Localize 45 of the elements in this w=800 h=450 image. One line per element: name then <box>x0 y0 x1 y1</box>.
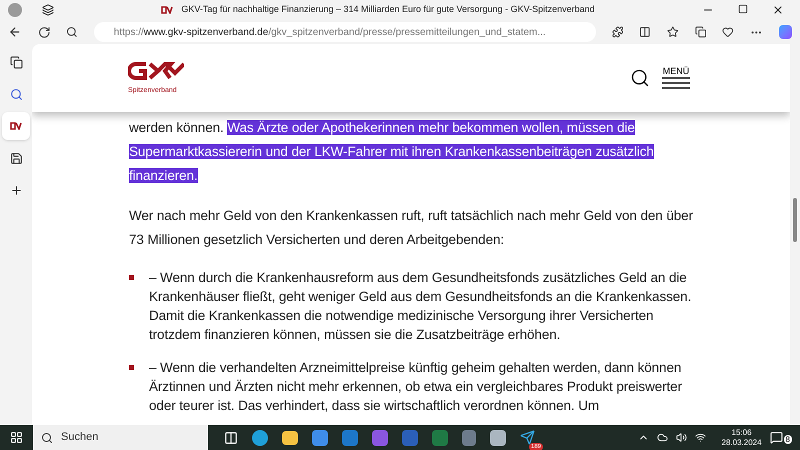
window-title: GKV-Tag für nachhaltige Finanzierung – 314 Milliarden Euro für gute Versorgung - GKV-Spitzenverband <box>181 3 595 16</box>
back-icon[interactable] <box>8 25 22 39</box>
copilot-icon[interactable] <box>778 25 792 39</box>
close-icon[interactable] <box>772 4 784 16</box>
search-icon <box>41 432 53 444</box>
notifications-icon[interactable] <box>770 431 783 444</box>
collections-icon[interactable] <box>694 26 706 38</box>
bullet-marker <box>129 275 134 280</box>
site-tab[interactable] <box>2 112 30 140</box>
menu-button[interactable]: MENÜ <box>662 66 690 90</box>
article-paragraph: Wer nach mehr Geld von den Krankenkassen ruft, ruft tatsächlich nach mehr Geld von den über 73 Millionen gesetzlich Versicherten und deren Arbeitgebenden: <box>129 207 694 249</box>
extensions-icon[interactable] <box>612 26 624 38</box>
search-icon[interactable] <box>66 26 78 38</box>
bullet-marker <box>129 365 134 370</box>
notification-count: 8 <box>784 435 792 444</box>
start-icon[interactable] <box>10 431 23 444</box>
plus-icon <box>10 184 22 196</box>
health-icon[interactable] <box>722 26 734 38</box>
cloud-icon[interactable] <box>656 432 668 443</box>
search-icon[interactable] <box>630 68 650 88</box>
clock[interactable]: 15:06 28.03.2024 <box>722 428 762 448</box>
task-view-icon[interactable] <box>224 430 238 444</box>
volume-icon[interactable] <box>676 432 686 443</box>
logo-icon <box>161 6 174 14</box>
messenger-icon[interactable] <box>520 430 535 445</box>
workspaces-icon[interactable] <box>42 4 54 16</box>
bullet-text: – Wenn die verhandelten Arzneimittelpreise künftig geheim gehalten werden, dann können Ärztinnen und Ärzten nicht mehr erkennen, ob etwa ein vergleichbares Produkt preiswerter oder teurer ist. Das verhindert, dass sie wirtschaftlich verordnen können. Um <box>149 359 683 415</box>
bullet-text: – Wenn durch die Krankenhausreform aus dem Gesundheitsfonds zusätzliches Geld an die Krankenhäuser fließt, geht weniger Geld aus dem Gesundheitsfonds an die Krankenkassen. Damit die Krankenkassen die notwendige medizinische Versorgung ihrer Versicherten trotzdem finanzieren können, müssen sie die Zusatzbeiträge erhöhen. <box>149 269 692 344</box>
profile-avatar[interactable] <box>8 3 22 17</box>
menu-icon <box>662 76 690 90</box>
reload-icon[interactable] <box>38 26 50 38</box>
address-field[interactable]: https://www.gkv-spitzenverband.de/gkv_spitzenverband/presse/pressemitteilungen_und_statem... <box>94 22 596 42</box>
search-icon <box>10 88 22 100</box>
article-paragraph: werden können. Was Ärzte oder Apothekerinnen mehr bekommen wollen, müssen die Supermarktkassiererin und der LKW-Fahrer mit ihren Krankenkassenbeiträgen zusätzlich finanzieren. <box>129 119 655 185</box>
taskbar-search-field[interactable]: Suchen <box>33 425 208 450</box>
wifi-icon[interactable] <box>694 432 706 443</box>
split-screen-icon[interactable] <box>639 26 652 38</box>
favorites-icon[interactable] <box>667 26 679 38</box>
logo-icon <box>128 60 184 82</box>
tabs-icon <box>10 56 22 68</box>
logo-icon <box>10 122 22 130</box>
scrollbar-thumb[interactable] <box>793 198 797 242</box>
url-text: https://www.gkv-spitzenverband.de/gkv_spitzenverband/presse/pressemitteilungen_und_statem... <box>114 26 546 40</box>
save-icon <box>10 152 22 164</box>
maximize-icon[interactable] <box>738 4 748 14</box>
